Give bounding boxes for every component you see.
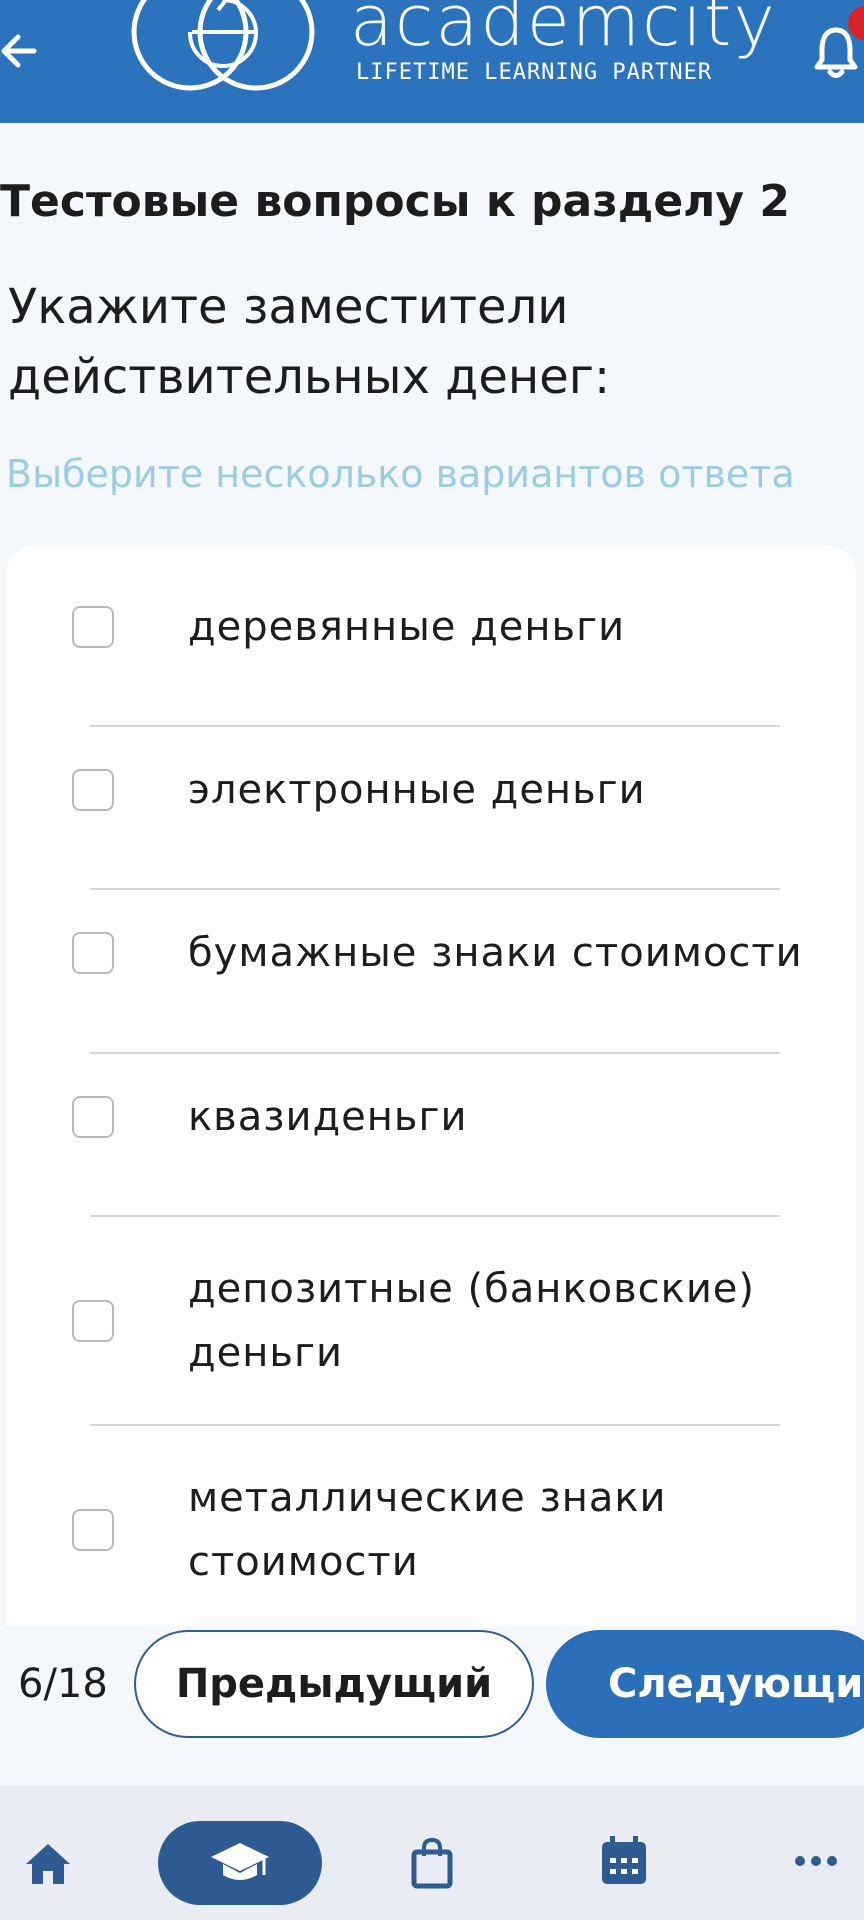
shopping-bag-icon: [411, 1837, 453, 1889]
brand-name: academcity: [350, 0, 777, 62]
question-text: Укажите заместители действительных денег…: [8, 279, 611, 405]
brand-tagline: LIFETIME LEARNING PARTNER: [356, 60, 713, 85]
option-checkbox[interactable]: [72, 769, 114, 811]
option-label: электронные деньги: [188, 767, 646, 813]
more-dots-icon: [795, 1856, 837, 1866]
previous-button[interactable]: Предыдущий: [134, 1630, 534, 1738]
bell-icon[interactable]: [812, 24, 860, 80]
nav-more[interactable]: [788, 1846, 844, 1876]
academcity-logo-icon: [131, 0, 315, 91]
option-item[interactable]: депозитные (банковские) деньги: [6, 1257, 856, 1385]
option-checkbox[interactable]: [72, 1509, 114, 1551]
home-icon: [26, 1844, 70, 1884]
question-counter: 6/18: [18, 1661, 108, 1707]
nav-calendar[interactable]: [596, 1830, 652, 1892]
option-divider: [90, 1424, 780, 1426]
next-button[interactable]: Следующий: [546, 1630, 864, 1738]
calendar-icon: [602, 1836, 646, 1884]
option-label: бумажные знаки стоимости: [188, 930, 803, 976]
section-title: Тестовые вопросы к разделу 2: [0, 176, 791, 227]
back-arrow-icon[interactable]: [0, 26, 40, 76]
pager-bar: 6/18 Предыдущий Следующий: [0, 1626, 864, 1786]
option-checkbox[interactable]: [72, 932, 114, 974]
option-checkbox[interactable]: [72, 1096, 114, 1138]
option-label: депозитные (банковские) деньги: [188, 1266, 756, 1376]
answer-hint: Выберите несколько вариантов ответа: [6, 452, 795, 496]
option-item[interactable]: бумажные знаки стоимости: [6, 921, 856, 985]
option-label: квазиденьги: [188, 1094, 468, 1140]
option-checkbox[interactable]: [72, 1300, 114, 1342]
option-divider: [90, 1052, 780, 1054]
option-item[interactable]: деревянные деньги: [6, 595, 856, 659]
option-checkbox[interactable]: [72, 606, 114, 648]
option-divider: [90, 725, 780, 727]
option-label: металлические знаки стоимости: [188, 1475, 667, 1585]
bottom-nav: [0, 1786, 864, 1920]
option-item[interactable]: электронные деньги: [6, 758, 856, 822]
nav-shop[interactable]: [404, 1832, 460, 1894]
app-header: academcity LIFETIME LEARNING PARTNER: [0, 0, 864, 123]
graduation-cap-icon: [211, 1843, 269, 1880]
option-label: деревянные деньги: [188, 604, 626, 650]
option-item[interactable]: квазиденьги: [6, 1085, 856, 1149]
nav-home[interactable]: [20, 1836, 76, 1892]
options-card: деревянные деньги электронные деньги бум…: [6, 545, 856, 1665]
nav-courses[interactable]: [158, 1821, 322, 1905]
option-divider: [90, 1215, 780, 1217]
option-divider: [90, 888, 780, 890]
option-item[interactable]: металлические знаки стоимости: [6, 1466, 856, 1594]
